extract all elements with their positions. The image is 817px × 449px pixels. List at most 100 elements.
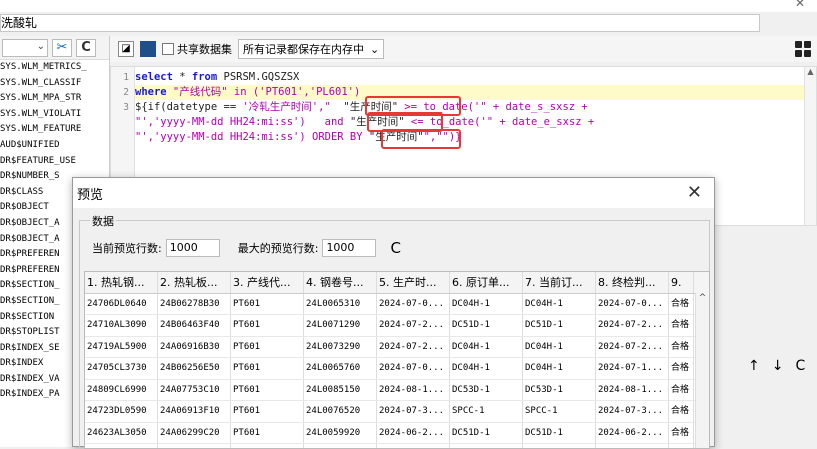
table-list-item[interactable]: SYS.WLM_CLASSIF	[0, 76, 109, 92]
share-dataset-checkbox[interactable]: 共享数据集	[162, 41, 232, 57]
column-header[interactable]: 3. 产线代...	[231, 272, 304, 293]
code-token: "产线代码" in ('PT601','PL601')	[167, 86, 361, 98]
table-cell: 24A06299C20	[158, 423, 231, 444]
table-cell: 24L0073290	[304, 337, 377, 358]
move-up-icon[interactable]: ↑	[748, 358, 760, 374]
table-row[interactable]: 24719AL590024A06916B30PT60124L0073290202…	[85, 337, 709, 359]
table-cell: PT601	[231, 337, 304, 358]
max-rows-input[interactable]: 1000	[322, 239, 376, 257]
table-cell: DC51D-1	[523, 315, 596, 336]
preview-icon[interactable]: ◪	[118, 41, 134, 57]
code-token: select	[135, 71, 173, 83]
close-icon[interactable]: ✕	[687, 182, 702, 203]
refresh-icon[interactable]: C	[795, 358, 805, 374]
table-list-item[interactable]: DR$FEATURE_USE	[0, 154, 109, 170]
column-header[interactable]: 7. 当前订...	[523, 272, 596, 293]
table-list-item[interactable]: AUD$UNIFIED	[0, 138, 109, 154]
table-row[interactable]: 24809CL699024A07753C10PT60124L0085150202…	[85, 380, 709, 402]
scroll-up-icon[interactable]: ▲	[805, 67, 816, 76]
column-header[interactable]: 2. 热轧板...	[158, 272, 231, 293]
table-cell: 24B06463F40	[158, 315, 231, 336]
table-cell: 24719AL5900	[85, 337, 158, 358]
table-list-item[interactable]: SYS.WLM_MPA_STR	[0, 91, 109, 107]
table-cell: PT601	[231, 380, 304, 401]
editor-scrollbar[interactable]: ▲	[804, 67, 816, 225]
row-nav: ↑ ↓ C	[748, 358, 805, 374]
table-cell: 24809CL6990	[85, 380, 158, 401]
code-token: '冷轧生产时间'	[242, 101, 318, 113]
grid-icon[interactable]	[795, 41, 811, 57]
mode-select-value: 所有记录都保存在内存中	[243, 41, 364, 57]
preview-table: 1. 热轧钢...2. 热轧板...3. 产线代...4. 钢卷号...5. 生…	[84, 271, 710, 449]
preview-dialog: 预览 ✕ 数据 当前预览行数: 1000 最大的预览行数: 1000 C 1. …	[72, 177, 715, 447]
table-cell: 24710AL3090	[85, 315, 158, 336]
preview-rows-controls: 当前预览行数: 1000 最大的预览行数: 1000 C	[92, 239, 401, 257]
table-scrollbar[interactable]: ^	[695, 293, 709, 448]
code-token: ${if(datetype ==	[135, 101, 242, 113]
column-header[interactable]: 6. 原订单...	[450, 272, 523, 293]
code-token: from	[192, 71, 217, 83]
column-header[interactable]: 9.	[669, 272, 694, 293]
table-row[interactable]: 24623AL305024A06299C20PT60124L0059920202…	[85, 423, 709, 445]
window-close-icon[interactable]: ✕	[795, 0, 805, 10]
table-row[interactable]: 24723DL059024A06913F10PT60124L0076520202…	[85, 401, 709, 423]
table-list-item[interactable]: SYS.WLM_METRICS_	[0, 60, 109, 76]
table-cell: 24A07753C10	[158, 380, 231, 401]
table-cell: DC53D-1	[450, 380, 523, 401]
line-number: 2	[115, 85, 129, 100]
table-cell: SPCC-1	[450, 401, 523, 422]
table-cell: DC04H-1	[523, 358, 596, 379]
line-number: 1	[115, 70, 129, 85]
table-list-item[interactable]: SYS.WLM_VIOLATI	[0, 107, 109, 123]
table-cell: 24A06916B30	[158, 337, 231, 358]
column-header[interactable]: 4. 钢卷号...	[304, 272, 377, 293]
move-down-icon[interactable]: ↓	[772, 358, 784, 374]
table-header: 1. 热轧钢...2. 热轧板...3. 产线代...4. 钢卷号...5. 生…	[85, 272, 709, 294]
column-header[interactable]: 5. 生产时...	[377, 272, 450, 293]
checkbox-box[interactable]	[162, 43, 174, 55]
table-cell: 24705CL3730	[85, 358, 158, 379]
table-cell: DC04H-1	[450, 358, 523, 379]
dataset-name-field[interactable]: 洗酸轧	[0, 14, 760, 32]
table-cell: DC51D-1	[450, 315, 523, 336]
refresh-icon[interactable]: C	[76, 39, 96, 57]
table-cell: 2024-08-1...	[377, 380, 450, 401]
column-header[interactable]: 1. 热轧钢...	[85, 272, 158, 293]
table-cell: PT601	[231, 294, 304, 315]
table-cell: 合格	[669, 380, 694, 401]
table-cell: DC51D-1	[523, 423, 596, 444]
table-row[interactable]: 24710AL309024B06463F40PT60124L0071290202…	[85, 315, 709, 337]
save-icon[interactable]	[140, 41, 156, 57]
code-token: where	[135, 86, 167, 98]
table-cell: 2024-07-2...	[377, 337, 450, 358]
table-cell: DC51D-1	[450, 423, 523, 444]
cur-rows-input[interactable]: 1000	[166, 239, 220, 257]
table-row[interactable]: 24706DL064024B06278B30PT60124L0065310202…	[85, 294, 709, 316]
code-token: "','yyyy-MM-dd HH24:mi:ss') ORDER BY	[135, 131, 369, 143]
data-group: 数据 当前预览行数: 1000 最大的预览行数: 1000 C 1. 热轧钢..…	[79, 220, 710, 448]
column-header[interactable]: 8. 终检判...	[596, 272, 669, 293]
code-token: *	[173, 71, 192, 83]
table-cell: DC04H-1	[450, 294, 523, 315]
wrench-icon[interactable]: ✂	[52, 39, 72, 57]
table-cell: 合格	[669, 315, 694, 336]
code-area[interactable]: 1select * from PSRSM.GQSZSX 2where "产线代码…	[135, 70, 804, 145]
table-cell: 24723DL0590	[85, 401, 158, 422]
table-cell: 合格	[669, 423, 694, 444]
code-token: ,"	[318, 101, 343, 113]
table-cell: 2024-08-1...	[596, 380, 669, 401]
table-cell: 24L0065310	[304, 294, 377, 315]
scroll-up-icon[interactable]: ^	[696, 293, 709, 303]
memory-mode-select[interactable]: 所有记录都保存在内存中 ⌄	[238, 39, 384, 59]
table-body: 24706DL064024B06278B30PT60124L0065310202…	[85, 294, 709, 449]
table-row[interactable]: 24705CL373024B06256E50PT60124L0065760202…	[85, 358, 709, 380]
table-cell: DC04H-1	[450, 337, 523, 358]
table-cell: 2024-07-2...	[596, 315, 669, 336]
refresh-icon[interactable]: C	[390, 239, 400, 257]
code-token: "','yyyy-MM-dd HH24:mi:ss') and	[135, 116, 350, 128]
table-cell: PT601	[231, 358, 304, 379]
table-list-item[interactable]: SYS.WLM_FEATURE	[0, 122, 109, 138]
table-cell: 合格	[669, 294, 694, 315]
connection-select[interactable]: ⌄	[2, 39, 48, 57]
highlight-box	[381, 129, 461, 149]
